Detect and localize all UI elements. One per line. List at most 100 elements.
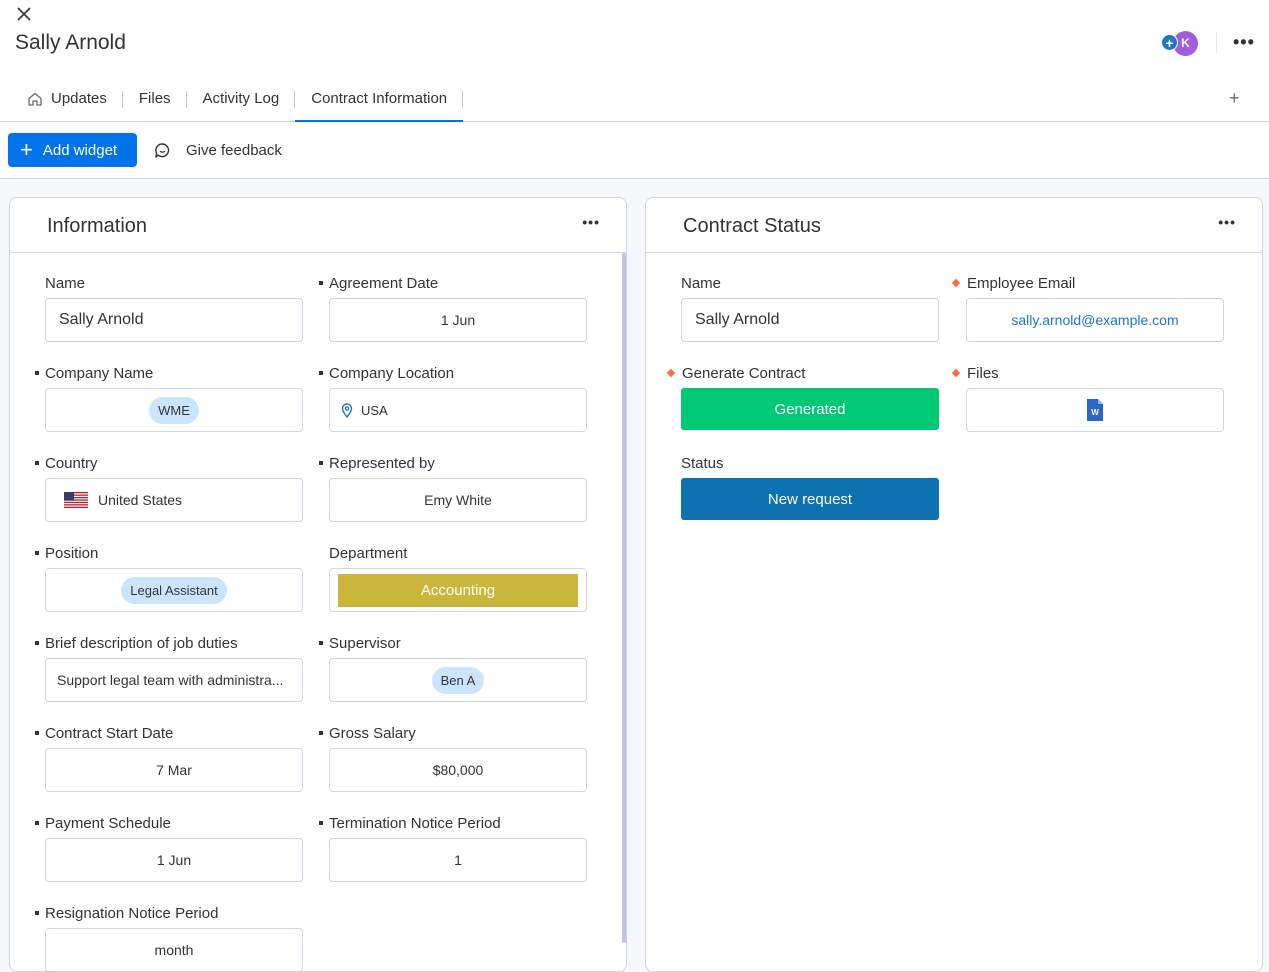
widgets-board: Information ••• Name Sally Arnold Agreem… (0, 179, 1269, 972)
feedback-icon (155, 143, 170, 158)
department-value[interactable]: Accounting (329, 568, 587, 612)
field-generate-contract: Generate Contract Generated (666, 363, 939, 430)
company-location-value[interactable]: USA (329, 388, 587, 432)
widget-header: Information ••• (10, 198, 626, 253)
svg-text:W: W (1091, 408, 1099, 417)
field-supervisor: Supervisor Ben A (319, 633, 587, 702)
company-name-value[interactable]: WME (45, 388, 303, 432)
add-tab-button[interactable]: + (1229, 88, 1240, 109)
page-title: Sally Arnold (15, 31, 126, 54)
field-country: Country United States (35, 453, 303, 522)
field-label: Payment Schedule (35, 813, 303, 833)
field-label: Generate Contract (666, 363, 939, 383)
field-position: Position Legal Assistant (35, 543, 303, 612)
field-label: Gross Salary (319, 723, 587, 743)
agreement-date-value[interactable]: 1 Jun (329, 298, 587, 342)
payment-schedule-value[interactable]: 1 Jun (45, 838, 303, 882)
tab-label: Contract Information (311, 90, 448, 107)
field-name: Name Sally Arnold (681, 273, 939, 342)
widget-more-button[interactable]: ••• (1218, 214, 1236, 230)
field-label: Name (45, 274, 86, 292)
contract-start-value[interactable]: 7 Mar (45, 748, 303, 792)
field-agreement-date: Agreement Date 1 Jun (319, 273, 587, 342)
field-job-duties: Brief description of job duties Support … (35, 633, 303, 702)
more-options-button[interactable]: ••• (1233, 32, 1255, 53)
field-label: Contract Start Date (35, 723, 303, 743)
tab-label: Files (138, 90, 171, 107)
add-widget-button[interactable]: + Add widget (8, 133, 137, 167)
home-icon (28, 92, 42, 106)
tab-label: Updates (51, 90, 107, 107)
us-flag-icon (64, 492, 88, 508)
field-label: Company Name (35, 363, 303, 383)
field-payment-schedule: Payment Schedule 1 Jun (35, 813, 303, 882)
field-company-location: Company Location USA (319, 363, 587, 432)
contract-status-widget: Contract Status ••• Name Sally Arnold Em… (645, 197, 1263, 972)
field-name: Name Sally Arnold (45, 273, 303, 342)
field-label: Company Location (319, 363, 587, 383)
supervisor-chip: Ben A (431, 666, 485, 694)
field-employee-email: Employee Email sally.arnold@example.com (951, 273, 1224, 342)
location-pin-icon (341, 402, 353, 418)
scrollbar[interactable] (622, 253, 626, 943)
field-label: Department (329, 544, 408, 562)
field-label: Supervisor (319, 633, 587, 653)
divider (1216, 33, 1217, 53)
company-chip: WME (149, 396, 199, 424)
field-files: Files W (951, 363, 1224, 432)
tab-files[interactable]: Files (123, 80, 187, 122)
tab-label: Activity Log (202, 90, 280, 107)
subscribers[interactable]: + K (1161, 31, 1201, 57)
status-value[interactable]: New request (681, 478, 939, 520)
field-label: Position (35, 543, 303, 563)
field-label: Agreement Date (319, 273, 587, 293)
field-company-name: Company Name WME (35, 363, 303, 432)
plus-icon: + (20, 137, 33, 162)
generate-contract-status[interactable]: Generated (681, 388, 939, 430)
field-label: Name (681, 274, 722, 292)
position-chip: Legal Assistant (121, 576, 227, 604)
name-input[interactable]: Sally Arnold (45, 298, 303, 342)
tab-bar: Updates Files Activity Log Contract Info… (15, 80, 464, 122)
country-value[interactable]: United States (45, 478, 303, 522)
widget-header: Contract Status ••• (646, 198, 1262, 253)
widget-title: Information (47, 215, 148, 237)
word-doc-icon[interactable]: W (1086, 398, 1104, 422)
add-subscriber-icon[interactable]: + (1161, 34, 1178, 51)
widget-more-button[interactable]: ••• (582, 214, 600, 230)
department-status-label: Accounting (338, 573, 578, 607)
field-label: Termination Notice Period (319, 813, 587, 833)
position-value[interactable]: Legal Assistant (45, 568, 303, 612)
field-contract-start: Contract Start Date 7 Mar (35, 723, 303, 792)
field-label: Country (35, 453, 303, 473)
employee-email-value[interactable]: sally.arnold@example.com (966, 298, 1224, 342)
field-represented-by: Represented by Emy White (319, 453, 587, 522)
name-input[interactable]: Sally Arnold (681, 298, 939, 342)
close-icon[interactable] (14, 4, 34, 24)
gross-salary-value[interactable]: $80,000 (329, 748, 587, 792)
give-feedback-button[interactable]: Give feedback (154, 142, 282, 159)
toolbar: + Add widget Give feedback (0, 122, 1269, 179)
field-termination-notice: Termination Notice Period 1 (319, 813, 587, 882)
field-department: Department Accounting (329, 543, 587, 612)
email-link[interactable]: sally.arnold@example.com (1011, 312, 1178, 328)
field-label: Resignation Notice Period (35, 903, 303, 923)
give-feedback-label: Give feedback (186, 142, 282, 159)
field-label: Brief description of job duties (35, 633, 303, 653)
resignation-notice-value[interactable]: month (45, 928, 303, 971)
tab-updates[interactable]: Updates (15, 80, 123, 122)
field-label: Represented by (319, 453, 587, 473)
supervisor-value[interactable]: Ben A (329, 658, 587, 702)
item-header: Sally Arnold + K ••• Updates Files Activ… (0, 0, 1269, 122)
represented-by-value[interactable]: Emy White (329, 478, 587, 522)
job-duties-value[interactable]: Support legal team with administra... (45, 658, 303, 702)
field-status: Status New request (681, 453, 939, 520)
files-value[interactable]: W (966, 388, 1224, 432)
termination-notice-value[interactable]: 1 (329, 838, 587, 882)
field-label: Files (951, 363, 1224, 383)
field-label: Status (681, 454, 724, 472)
field-gross-salary: Gross Salary $80,000 (319, 723, 587, 792)
tab-contract-information[interactable]: Contract Information (295, 80, 464, 122)
tab-activity-log[interactable]: Activity Log (187, 80, 296, 122)
information-widget: Information ••• Name Sally Arnold Agreem… (9, 197, 627, 972)
